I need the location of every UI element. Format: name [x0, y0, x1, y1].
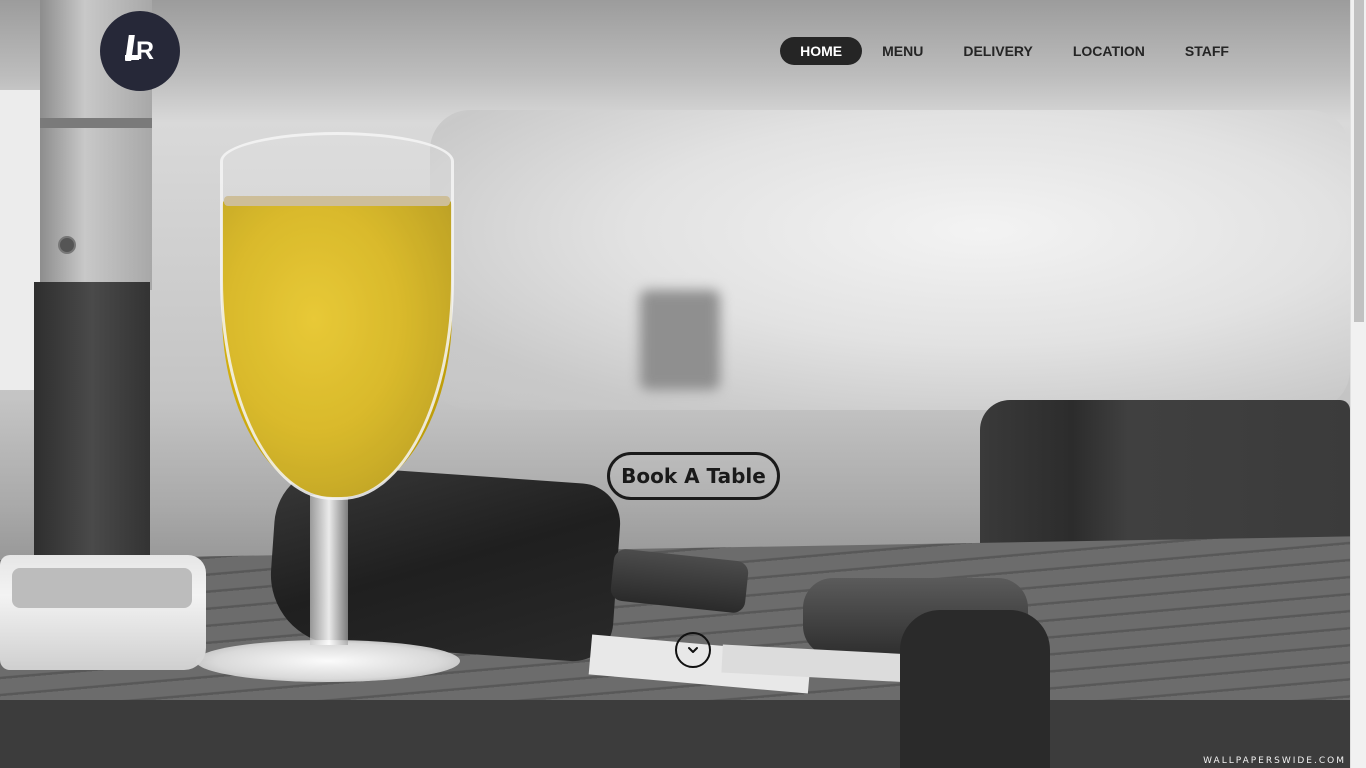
site-logo[interactable]: R	[100, 11, 180, 91]
background-blur-shape	[640, 290, 720, 390]
chair-post	[900, 610, 1050, 768]
book-table-button[interactable]: Book A Table	[607, 452, 780, 500]
chevron-down-icon	[688, 647, 698, 653]
nav-item-staff[interactable]: STAFF	[1165, 37, 1249, 65]
watermark: WALLPAPERSWIDE.COM	[1203, 756, 1346, 766]
nav-item-delivery[interactable]: DELIVERY	[943, 37, 1053, 65]
logo-monogram: R	[123, 33, 157, 69]
page-scrollbar[interactable]	[1350, 0, 1366, 768]
nav-item-home[interactable]: HOME	[780, 37, 863, 65]
table-edge	[0, 700, 1350, 768]
scroll-down-button[interactable]	[675, 632, 711, 668]
umbrella-pole-ring	[40, 118, 152, 128]
glass-foot	[196, 640, 460, 682]
wine-glass	[220, 132, 454, 500]
pole-screw	[58, 236, 76, 254]
main-nav: HOME MENU DELIVERY LOCATION STAFF	[780, 37, 1249, 65]
umbrella-pole-bottom	[34, 282, 150, 557]
ashtray-inner	[12, 568, 192, 608]
glass-stem	[310, 495, 348, 645]
logo-letter-r: R	[136, 37, 155, 65]
scrollbar-thumb[interactable]	[1354, 0, 1364, 322]
background-window-blur	[430, 110, 1350, 410]
nav-item-location[interactable]: LOCATION	[1053, 37, 1165, 65]
nav-item-menu[interactable]: MENU	[862, 37, 943, 65]
